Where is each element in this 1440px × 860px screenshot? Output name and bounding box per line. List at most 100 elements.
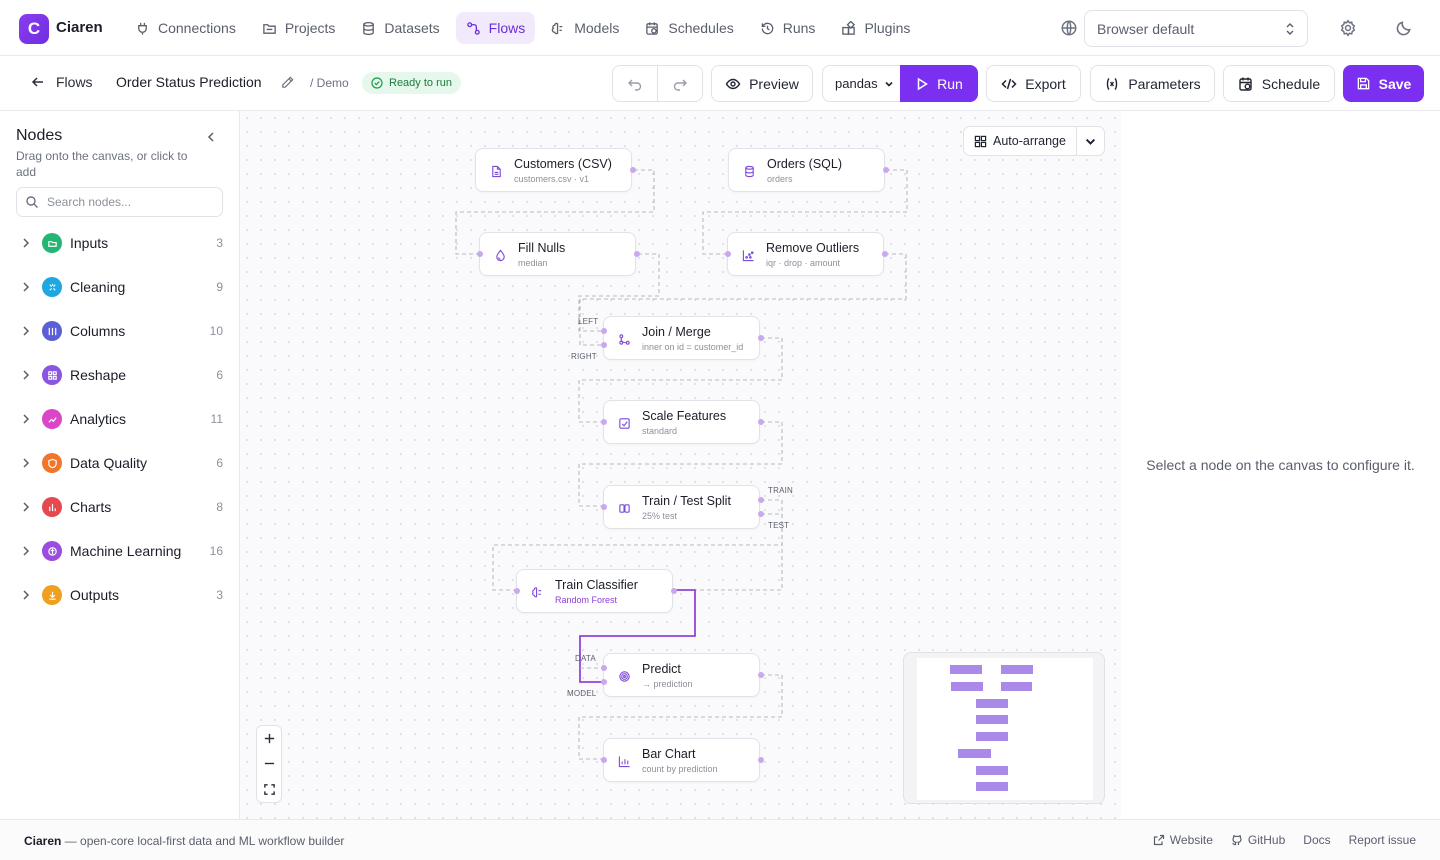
output-port[interactable] (882, 251, 888, 257)
sidebar-category-analytics[interactable]: Analytics 11 (16, 405, 223, 433)
footer-link-report-issue[interactable]: Report issue (1349, 833, 1416, 847)
moon-icon[interactable] (1395, 19, 1413, 37)
node-subtitle: inner on id = customer_id (642, 342, 744, 352)
run-button[interactable]: Run (900, 65, 978, 102)
sidebar-category-charts[interactable]: Charts 8 (16, 493, 223, 521)
node-bar-chart[interactable]: Bar Chart count by prediction (603, 738, 760, 782)
minimap[interactable] (903, 652, 1105, 804)
export-button[interactable]: Export (986, 65, 1081, 102)
node-train-test-split[interactable]: Train / Test Split 25% test (603, 485, 760, 529)
chevron-right-icon (23, 458, 30, 468)
input-port[interactable] (725, 251, 731, 257)
redo-button[interactable] (658, 66, 702, 101)
input-port[interactable] (601, 419, 607, 425)
language-select[interactable]: Browser default (1084, 10, 1308, 47)
output-port-test[interactable] (758, 511, 764, 517)
input-port[interactable] (601, 757, 607, 763)
back-to-flows-link[interactable]: Flows (30, 74, 93, 90)
output-port[interactable] (671, 588, 677, 594)
nav-schedules[interactable]: Schedules (635, 12, 743, 44)
nav-datasets[interactable]: Datasets (351, 12, 449, 44)
node-subtitle: count by prediction (642, 764, 718, 774)
output-port[interactable] (634, 251, 640, 257)
engine-select[interactable]: pandas (822, 65, 902, 102)
gear-icon[interactable] (1339, 19, 1357, 37)
flow-title[interactable]: Order Status Prediction (116, 74, 262, 90)
node-title: Fill Nulls (518, 241, 566, 255)
node-fill-nulls[interactable]: Fill Nulls median (479, 232, 636, 276)
folder-icon (263, 23, 276, 34)
category-count: 8 (216, 500, 223, 514)
nav-flows[interactable]: Flows (455, 12, 536, 44)
node-scale-features[interactable]: Scale Features standard (603, 400, 760, 444)
input-port[interactable] (477, 251, 483, 257)
minus-icon (264, 763, 274, 765)
sidebar-category-cleaning[interactable]: Cleaning 9 (16, 273, 223, 301)
node-join-merge[interactable]: Join / Merge inner on id = customer_id (603, 316, 760, 360)
input-port[interactable] (601, 504, 607, 510)
breadcrumb[interactable]: / Demo (310, 76, 349, 90)
parameters-button[interactable]: Parameters (1090, 65, 1215, 102)
undo-redo-group (612, 65, 703, 102)
chevron-left-icon[interactable] (204, 130, 218, 144)
sidebar-category-outputs[interactable]: Outputs 3 (16, 581, 223, 609)
save-button[interactable]: Save (1343, 65, 1424, 102)
undo-button[interactable] (613, 66, 658, 101)
node-orders-sql[interactable]: Orders (SQL) orders (728, 148, 885, 192)
nav-runs[interactable]: Runs (750, 12, 826, 44)
preview-button[interactable]: Preview (711, 65, 813, 102)
app-name[interactable]: Ciaren (56, 19, 103, 36)
zoom-in-button[interactable] (257, 726, 281, 751)
language-select-value: Browser default (1097, 20, 1195, 37)
node-remove-outliers[interactable]: Remove Outliers iqr · drop · amount (727, 232, 884, 276)
split-icon (615, 499, 633, 517)
sidebar-category-columns[interactable]: Columns 10 (16, 317, 223, 345)
node-customers-csv[interactable]: Customers (CSV) customers.csv · v1 (475, 148, 632, 192)
nav-connections[interactable]: Connections (125, 12, 246, 44)
input-port-model[interactable] (601, 679, 607, 685)
zoom-controls (256, 725, 282, 803)
sidebar-category-data-quality[interactable]: Data Quality 6 (16, 449, 223, 477)
github-icon (1232, 835, 1242, 846)
bar-chart-icon (615, 752, 633, 770)
nav-plugins[interactable]: Plugins (831, 12, 920, 44)
output-port-train[interactable] (758, 497, 764, 503)
input-port-right[interactable] (601, 342, 607, 348)
flow-canvas[interactable]: Customers (CSV) customers.csv · v1 Orders … (240, 111, 1121, 819)
input-port-left[interactable] (601, 328, 607, 334)
input-port-data[interactable] (601, 665, 607, 671)
sidebar-category-reshape[interactable]: Reshape 6 (16, 361, 223, 389)
node-predict[interactable]: Predict → prediction (603, 653, 760, 697)
auto-arrange-control: Auto-arrange (963, 126, 1105, 156)
fit-view-button[interactable] (257, 777, 281, 802)
output-port[interactable] (758, 335, 764, 341)
sidebar-category-machine-learning[interactable]: Machine Learning 16 (16, 537, 223, 565)
flow-toolbar: Flows Order Status Prediction / Demo Rea… (0, 56, 1440, 111)
schedule-button[interactable]: Schedule (1223, 65, 1335, 102)
nav-projects[interactable]: Projects (252, 12, 346, 44)
footer-link-website[interactable]: Website (1153, 833, 1213, 847)
output-port[interactable] (630, 167, 636, 173)
footer-link-docs[interactable]: Docs (1303, 833, 1330, 847)
nav-models[interactable]: Models (541, 12, 629, 44)
input-port[interactable] (514, 588, 520, 594)
pencil-icon[interactable] (280, 75, 295, 90)
auto-arrange-button[interactable]: Auto-arrange (964, 127, 1077, 155)
node-train-classifier[interactable]: Train Classifier Random Forest (516, 569, 673, 613)
auto-arrange-dropdown[interactable] (1077, 135, 1104, 148)
history-icon (761, 22, 773, 34)
zoom-out-button[interactable] (257, 751, 281, 776)
category-label: Cleaning (70, 279, 126, 295)
footer-link-github[interactable]: GitHub (1231, 833, 1285, 847)
port-label-test: TEST (768, 521, 790, 530)
app-logo[interactable]: C (19, 14, 49, 44)
output-port[interactable] (758, 419, 764, 425)
sidebar-category-inputs[interactable]: Inputs 3 (16, 229, 223, 257)
output-port[interactable] (758, 757, 764, 763)
output-port[interactable] (883, 167, 889, 173)
output-port[interactable] (758, 672, 764, 678)
node-search-input[interactable] (47, 195, 207, 209)
node-title: Train / Test Split (642, 494, 731, 508)
chevron-right-icon (23, 238, 30, 248)
category-label: Machine Learning (70, 543, 182, 559)
